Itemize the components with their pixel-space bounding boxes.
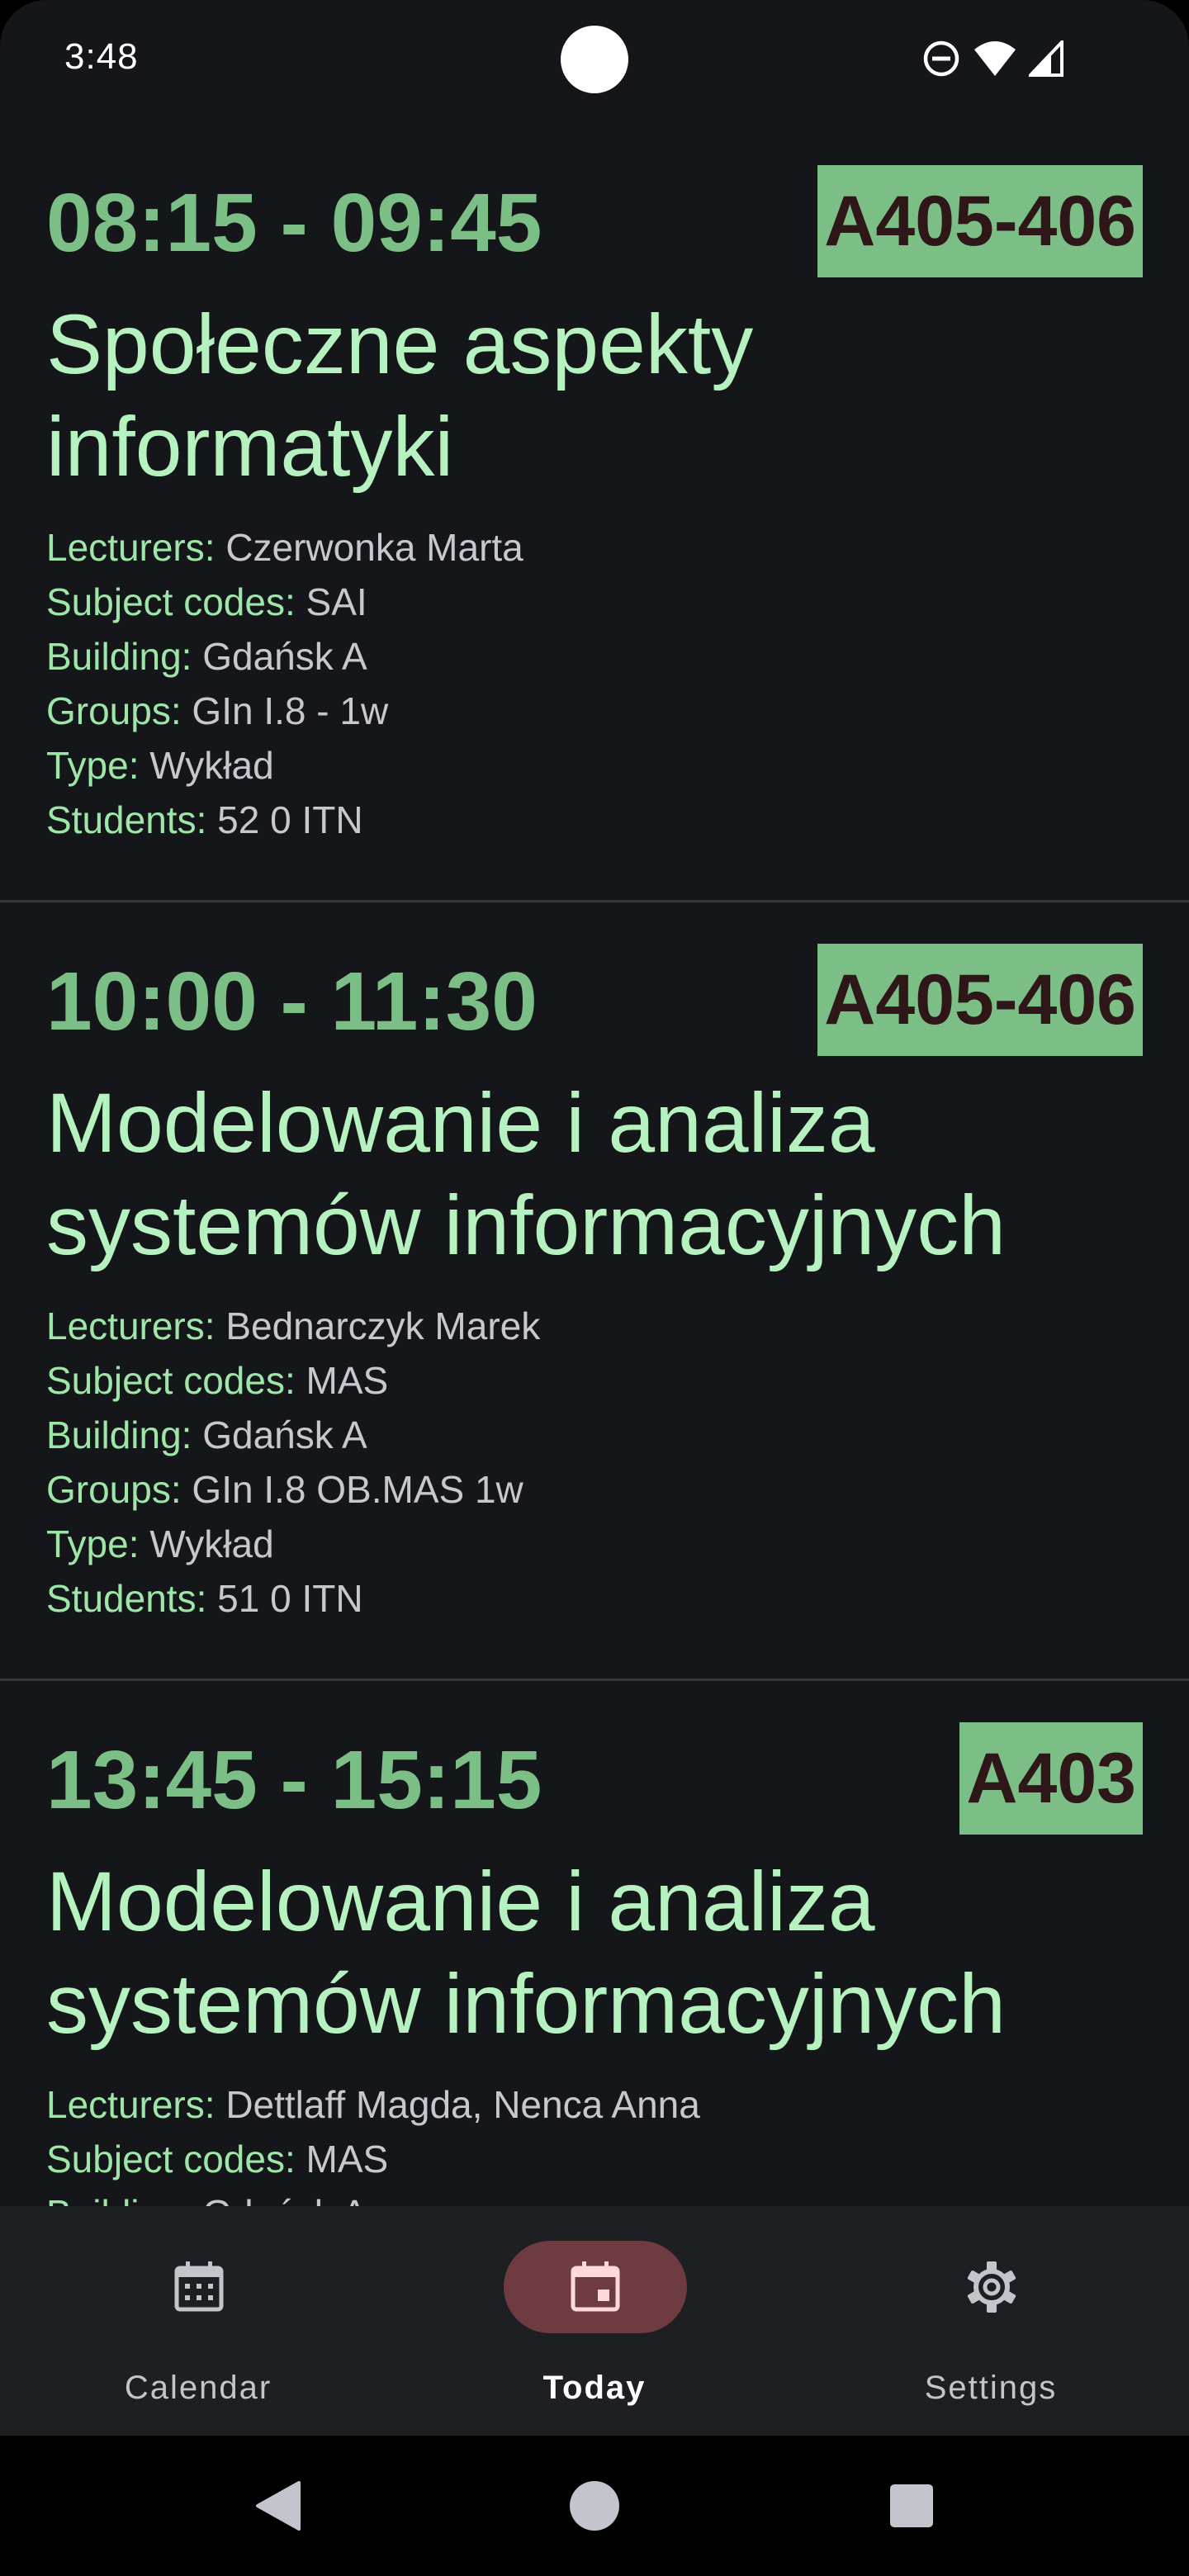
event-time: 08:15 - 09:45 xyxy=(46,177,542,269)
detail-value: MAS xyxy=(306,2138,389,2181)
nav-label: Calendar xyxy=(124,2370,272,2406)
detail-value: Gdańsk A xyxy=(202,1413,367,1456)
detail-value: SAI xyxy=(306,580,367,623)
event-time: 10:00 - 11:30 xyxy=(46,955,538,1048)
building-line: Building: Gdańsk A xyxy=(46,1408,1153,1462)
event-card[interactable]: 10:00 - 11:30 A405-406 Modelowanie i ana… xyxy=(0,902,1189,1679)
type-line: Type: Wykład xyxy=(46,1517,1153,1571)
detail-key: Subject codes: xyxy=(46,580,296,623)
detail-key: Type: xyxy=(46,744,140,787)
detail-value: GIn I.8 - 1w xyxy=(192,689,389,732)
detail-key: Lecturers: xyxy=(46,1305,216,1347)
detail-key: Lecturers: xyxy=(46,2083,216,2126)
lecturers-line: Lecturers: Bednarczyk Marek xyxy=(46,1299,1153,1353)
nav-item-today[interactable]: Today xyxy=(396,2206,793,2436)
room-badge: A405-406 xyxy=(817,944,1143,1056)
bottom-navigation: Calendar Today Settings xyxy=(0,2206,1189,2436)
detail-value: Czerwonka Marta xyxy=(225,526,523,569)
calendar-today-icon xyxy=(566,2258,624,2316)
detail-key: Students: xyxy=(46,798,207,841)
detail-value: Gdańsk A xyxy=(202,2192,367,2206)
subject-codes-line: Subject codes: MAS xyxy=(46,1353,1153,1408)
detail-value: Bednarczyk Marek xyxy=(225,1305,541,1347)
groups-line: Groups: GIn I.8 - 1w xyxy=(46,684,1153,738)
gear-icon xyxy=(963,2258,1021,2316)
detail-key: Students: xyxy=(46,1577,207,1620)
event-title: Modelowanie i analiza systemów informacy… xyxy=(46,1076,1006,1272)
event-details: Lecturers: Bednarczyk Marek Subject code… xyxy=(46,1299,1153,1626)
recents-icon[interactable] xyxy=(870,2465,953,2547)
detail-key: Building: xyxy=(46,635,192,678)
app-screen: 3:48 08:15 - 09:45 A405-406 Społeczne as… xyxy=(0,0,1189,2576)
building-line: Building: Gdańsk A xyxy=(46,2186,1153,2206)
subject-codes-line: Subject codes: MAS xyxy=(46,2132,1153,2186)
lecturers-line: Lecturers: Czerwonka Marta xyxy=(46,520,1153,575)
subject-codes-line: Subject codes: SAI xyxy=(46,575,1153,629)
type-line: Type: Wykład xyxy=(46,738,1153,793)
nav-label: Today xyxy=(542,2370,647,2406)
wifi-icon xyxy=(973,40,1017,78)
event-details: Lecturers: Czerwonka Marta Subject codes… xyxy=(46,520,1153,847)
detail-value: Gdańsk A xyxy=(202,635,367,678)
event-card[interactable]: 13:45 - 15:15 A403 Modelowanie i analiza… xyxy=(0,1681,1189,2206)
event-details: Lecturers: Dettlaff Magda, Nenca Anna Su… xyxy=(46,2077,1153,2206)
building-line: Building: Gdańsk A xyxy=(46,629,1153,684)
detail-value: Wykład xyxy=(149,1522,274,1565)
event-list[interactable]: 08:15 - 09:45 A405-406 Społeczne aspekty… xyxy=(0,124,1189,2206)
detail-value: MAS xyxy=(306,1359,389,1402)
detail-key: Type: xyxy=(46,1522,140,1565)
detail-value: Dettlaff Magda, Nenca Anna xyxy=(225,2083,700,2126)
do-not-disturb-icon xyxy=(921,39,961,78)
detail-key: Subject codes: xyxy=(46,1359,296,1402)
detail-value: 52 0 ITN xyxy=(217,798,363,841)
signal-icon xyxy=(1029,40,1065,77)
students-line: Students: 52 0 ITN xyxy=(46,793,1153,847)
status-time: 3:48 xyxy=(64,36,139,77)
status-bar: 3:48 xyxy=(0,0,1189,124)
detail-key: Lecturers: xyxy=(46,526,216,569)
home-icon[interactable] xyxy=(553,2465,636,2547)
groups-line: Groups: GIn I.8 OB.MAS 1w xyxy=(46,1462,1153,1517)
detail-value: 51 0 ITN xyxy=(217,1577,363,1620)
detail-value: Wykład xyxy=(149,744,274,787)
nav-item-settings[interactable]: Settings xyxy=(793,2206,1189,2436)
event-title: Społeczne aspekty informatyki xyxy=(46,297,754,494)
back-icon[interactable] xyxy=(236,2465,319,2547)
room-badge: A405-406 xyxy=(817,165,1143,277)
detail-key: Groups: xyxy=(46,1468,182,1511)
calendar-month-icon xyxy=(170,2258,228,2316)
detail-key: Building: xyxy=(46,1413,192,1456)
event-time: 13:45 - 15:15 xyxy=(46,1734,542,1826)
status-icons xyxy=(921,38,1065,79)
event-card[interactable]: 08:15 - 09:45 A405-406 Społeczne aspekty… xyxy=(0,124,1189,900)
detail-key: Groups: xyxy=(46,689,182,732)
nav-label: Settings xyxy=(924,2370,1058,2406)
students-line: Students: 51 0 ITN xyxy=(46,1571,1153,1626)
event-title: Modelowanie i analiza systemów informacy… xyxy=(46,1854,1006,2051)
detail-key: Subject codes: xyxy=(46,2138,296,2181)
camera-cutout xyxy=(561,26,628,93)
lecturers-line: Lecturers: Dettlaff Magda, Nenca Anna xyxy=(46,2077,1153,2132)
system-navigation-bar xyxy=(0,2436,1189,2576)
room-badge: A403 xyxy=(959,1722,1143,1835)
detail-key: Building: xyxy=(46,2192,192,2206)
nav-item-calendar[interactable]: Calendar xyxy=(0,2206,396,2436)
detail-value: GIn I.8 OB.MAS 1w xyxy=(192,1468,523,1511)
